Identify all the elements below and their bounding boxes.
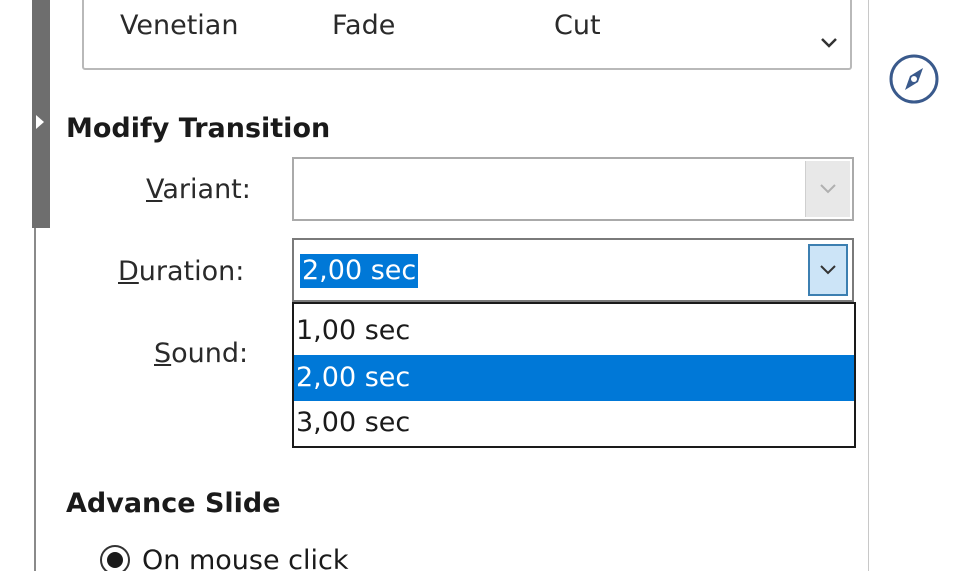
radio-button[interactable] [100, 545, 130, 571]
modify-transition-heading: Modify Transition [66, 113, 331, 144]
duration-dropdown-button[interactable] [808, 244, 848, 296]
navigator-button[interactable] [887, 52, 941, 106]
dropdown-option[interactable]: 3,00 sec [294, 400, 854, 446]
radio-dot [107, 552, 123, 568]
transition-item-venetian[interactable]: Venetian [120, 10, 238, 41]
chevron-down-icon [819, 261, 837, 280]
triangle-right-icon [35, 114, 45, 130]
duration-select[interactable]: 2,00 sec [292, 238, 854, 302]
transition-item-fade[interactable]: Fade [332, 10, 395, 41]
compass-icon [887, 54, 941, 110]
radio-label: On mouse click [142, 544, 349, 571]
left-edge [0, 0, 36, 571]
duration-label: Duration: [118, 256, 245, 287]
variant-dropdown-button[interactable] [805, 161, 850, 217]
duration-dropdown-list: 1,00 sec 2,00 sec 3,00 sec [292, 302, 856, 448]
panel-divider [868, 0, 869, 571]
slide-transition-panel: Venetian Fade Cut Modify Transition Vari… [0, 0, 973, 571]
variant-label: Variant: [146, 174, 251, 205]
advance-slide-heading: Advance Slide [66, 488, 281, 519]
transition-list[interactable]: Venetian Fade Cut [82, 0, 852, 70]
chevron-down-icon [819, 180, 837, 199]
on-mouse-click-radio[interactable]: On mouse click [100, 540, 348, 571]
sound-label: Sound: [154, 338, 249, 369]
splitter-expand-button[interactable] [34, 110, 46, 134]
chevron-down-icon[interactable] [818, 32, 840, 54]
dropdown-option-selected[interactable]: 2,00 sec [294, 355, 854, 401]
variant-select[interactable] [292, 157, 854, 221]
transition-item-cut[interactable]: Cut [554, 10, 601, 41]
dropdown-option[interactable]: 1,00 sec [294, 308, 854, 354]
duration-value[interactable]: 2,00 sec [300, 254, 419, 288]
